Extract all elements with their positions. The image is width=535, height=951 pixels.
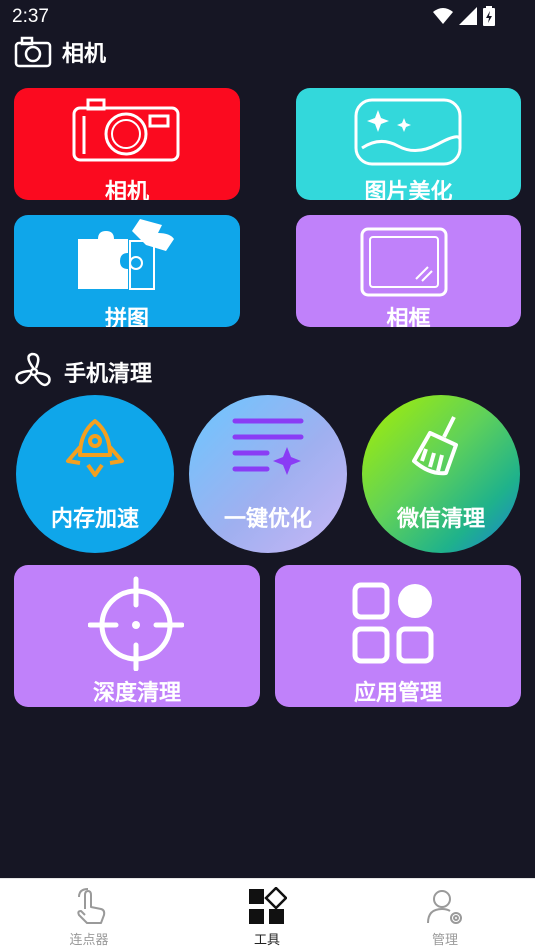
camera-section-header: 相机: [14, 36, 106, 68]
sparkle-image-icon: [354, 98, 462, 166]
photo-beautify-card[interactable]: 图片美化: [296, 88, 521, 200]
puzzle-card[interactable]: 拼图: [14, 215, 240, 327]
nav-tab-clicker-label: 连点器: [69, 933, 109, 948]
broom-icon: [412, 416, 458, 476]
hand-tap-icon: [77, 888, 106, 924]
crosshair-icon: [88, 576, 184, 671]
apps-grid-icon: [352, 582, 434, 664]
camera-outline-icon: [14, 36, 52, 68]
photo-beautify-card-label: 图片美化: [364, 180, 453, 200]
memory-boost-label: 内存加速: [50, 507, 139, 532]
one-key-optimize-label: 一键优化: [223, 507, 312, 532]
nav-tab-manage-label: 管理: [431, 933, 458, 948]
bottom-nav: 连点器 工具 管理: [0, 878, 535, 951]
app-manage-label: 应用管理: [353, 681, 442, 706]
camera-icon: [72, 98, 180, 162]
signal-icon: [459, 7, 477, 25]
phone-clean-section-header: 手机清理: [14, 352, 152, 392]
puzzle-card-label: 拼图: [104, 307, 149, 327]
battery-icon: [483, 6, 495, 26]
wechat-clean-label: 微信清理: [396, 507, 485, 532]
wechat-clean-button[interactable]: 微信清理: [362, 395, 520, 553]
status-bar: 2:37: [0, 0, 535, 34]
nav-tab-clicker[interactable]: 连点器: [29, 879, 149, 951]
nav-tab-tools[interactable]: 工具: [207, 879, 327, 951]
camera-card-label: 相机: [104, 180, 149, 200]
frame-icon: [360, 227, 448, 297]
deep-clean-label: 深度清理: [92, 681, 181, 706]
deep-clean-card[interactable]: 深度清理: [14, 565, 260, 707]
sparkle-list-icon: [232, 418, 304, 475]
frame-card[interactable]: 相框: [296, 215, 521, 327]
user-settings-icon: [427, 890, 462, 924]
frame-card-label: 相框: [386, 307, 431, 327]
camera-section-title: 相机: [62, 42, 107, 67]
status-icons: [433, 6, 495, 26]
status-time: 2:37: [12, 6, 49, 27]
tools-grid-icon: [249, 887, 287, 924]
phone-clean-section-title: 手机清理: [64, 362, 153, 387]
puzzle-icon: [78, 219, 174, 290]
one-key-optimize-button[interactable]: 一键优化: [189, 395, 347, 553]
app-manage-card[interactable]: 应用管理: [275, 565, 521, 707]
fan-icon: [15, 352, 51, 387]
rocket-icon: [66, 419, 124, 477]
wifi-icon: [433, 8, 453, 24]
nav-tab-manage[interactable]: 管理: [385, 879, 505, 951]
nav-tab-tools-label: 工具: [253, 933, 280, 948]
camera-card[interactable]: 相机: [14, 88, 240, 200]
memory-boost-button[interactable]: 内存加速: [16, 395, 174, 553]
